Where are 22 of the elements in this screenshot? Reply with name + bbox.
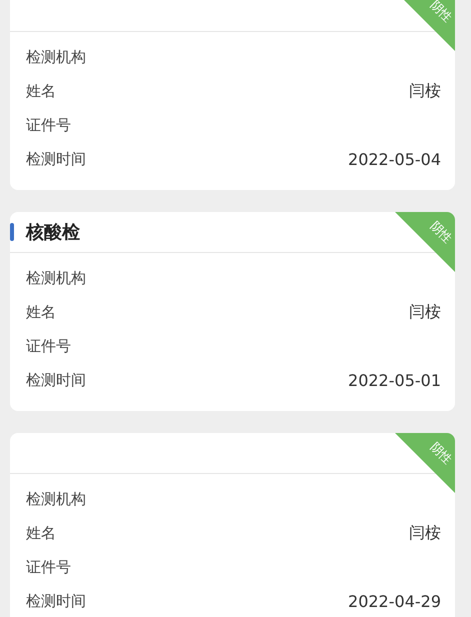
field-value: 闫桉 — [409, 522, 441, 544]
field-value: 闫桉 — [409, 302, 441, 322]
field-label: 姓名 — [26, 82, 56, 100]
field-label: 证件号 — [26, 116, 71, 134]
field-label: 检测机构 — [26, 48, 86, 66]
field-value: 2022-05-01 — [348, 370, 441, 390]
field-label: 检测机构 — [26, 490, 86, 508]
field-label: 检测时间 — [26, 592, 86, 610]
card-title: 核酸检 — [26, 221, 80, 244]
field-value: 2022-05-04 — [348, 150, 441, 168]
field-label: 检测时间 — [26, 370, 86, 390]
field-label: 姓名 — [26, 302, 56, 322]
status-text: 阴性 — [426, 439, 455, 468]
accent-bar — [10, 223, 14, 241]
field-label: 证件号 — [26, 336, 71, 356]
field-label: 证件号 — [26, 558, 71, 576]
field-label: 检测时间 — [26, 150, 86, 168]
field-label: 姓名 — [26, 524, 56, 542]
field-value: 2022-04-29 — [348, 592, 441, 610]
status-text: 阴性 — [426, 218, 455, 247]
field-label: 检测机构 — [26, 268, 86, 288]
field-value: 闫桉 — [409, 80, 441, 102]
